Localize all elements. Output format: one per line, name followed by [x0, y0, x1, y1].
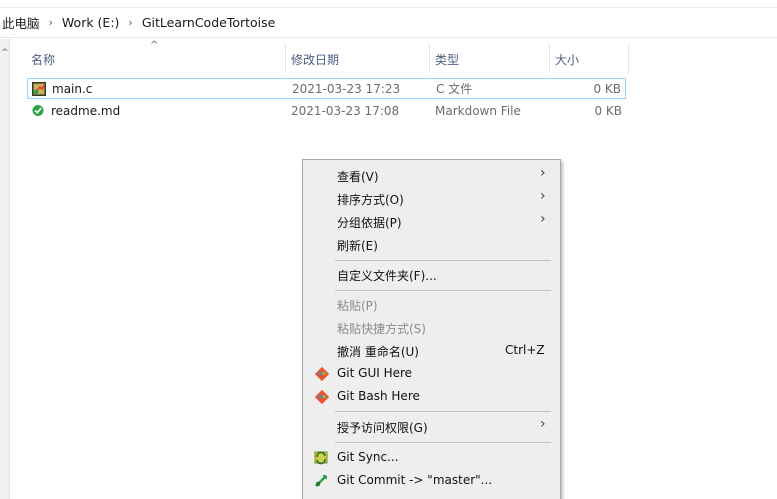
scroll-up-icon[interactable]: ^ — [1, 48, 9, 58]
submenu-arrow-icon: › — [540, 211, 546, 227]
tortoisegit-commit-icon — [315, 475, 327, 487]
menu-item-label: 排序方式(O) — [337, 193, 404, 207]
breadcrumb-separator-icon[interactable]: › — [49, 16, 53, 29]
file-type: Markdown File — [435, 103, 521, 118]
menu-item-sort-by[interactable]: 排序方式(O) › — [303, 187, 560, 210]
menu-item-git-sync[interactable]: Git Sync... — [303, 446, 560, 469]
column-header-date[interactable]: 修改日期 — [287, 44, 430, 74]
submenu-arrow-icon: › — [540, 165, 546, 181]
menu-item-customize-folder[interactable]: 自定义文件夹(F)... — [303, 263, 560, 286]
menu-item-label: Git Sync... — [337, 450, 399, 464]
menu-separator — [335, 290, 551, 291]
file-date: 2021-03-23 17:23 — [292, 81, 401, 96]
menu-item-paste-shortcut: 粘贴快捷方式(S) — [303, 316, 560, 339]
navigation-pane-scrollbar[interactable]: ^ — [0, 39, 10, 499]
git-logo-icon — [314, 366, 330, 382]
menu-item-git-commit[interactable]: Git Commit -> "master"... — [303, 469, 560, 492]
menu-item-label: 分组依据(P) — [337, 216, 402, 230]
menu-item-label: 粘贴(P) — [337, 299, 378, 313]
submenu-arrow-icon: › — [540, 416, 546, 432]
file-size: 0 KB — [593, 81, 621, 96]
menu-item-label: Git GUI Here — [337, 366, 413, 380]
file-row[interactable]: readme.md 2021-03-23 17:08 Markdown File… — [27, 100, 626, 121]
menu-item-view[interactable]: 查看(V) › — [303, 164, 560, 187]
file-type: C 文件 — [436, 82, 473, 96]
submenu-arrow-icon: › — [540, 188, 546, 204]
menu-item-group-by[interactable]: 分组依据(P) › — [303, 210, 560, 233]
menu-item-shortcut: Ctrl+Z — [505, 343, 545, 357]
c-file-modified-icon — [32, 82, 46, 96]
menu-item-paste: 粘贴(P) — [303, 293, 560, 316]
breadcrumb[interactable]: 此电脑 › Work (E:) › GitLearnCodeTortoise — [0, 8, 777, 38]
menu-item-git-bash[interactable]: Git Bash Here — [303, 385, 560, 408]
column-header-size-label: 大小 — [555, 52, 580, 67]
menu-item-label: Git Bash Here — [337, 389, 420, 403]
column-header-name[interactable]: 名称 — [27, 44, 286, 74]
column-header-name-label: 名称 — [31, 52, 56, 67]
menu-separator — [335, 442, 551, 443]
menu-item-label: 撤消 重命名(U) — [337, 345, 419, 359]
breadcrumb-separator-icon[interactable]: › — [128, 16, 132, 29]
tortoisegit-sync-icon — [314, 451, 328, 465]
column-header-size[interactable]: 大小 — [551, 44, 629, 74]
menu-item-label: 查看(V) — [337, 170, 379, 184]
menu-item-give-access[interactable]: 授予访问权限(G) › — [303, 415, 560, 438]
menu-item-label: 刷新(E) — [337, 239, 378, 253]
file-name[interactable]: main.c — [52, 82, 92, 96]
menu-item-label: 授予访问权限(G) — [337, 421, 428, 435]
column-header-date-label: 修改日期 — [291, 52, 340, 67]
breadcrumb-folder[interactable]: GitLearnCodeTortoise — [142, 15, 276, 30]
file-size: 0 KB — [594, 103, 622, 118]
markdown-file-clean-icon — [32, 105, 44, 116]
menu-separator — [335, 411, 551, 412]
title-bar-strip — [0, 0, 777, 8]
context-menu: 查看(V) › 排序方式(O) › 分组依据(P) › 刷新(E) 自定义文件夹… — [302, 159, 561, 499]
menu-separator — [335, 260, 551, 261]
git-logo-icon — [314, 389, 330, 405]
breadcrumb-drive[interactable]: Work (E:) — [62, 15, 120, 30]
menu-item-undo-rename[interactable]: 撤消 重命名(U) Ctrl+Z — [303, 339, 560, 362]
file-name[interactable]: readme.md — [51, 104, 120, 118]
file-row[interactable]: main.c 2021-03-23 17:23 C 文件 0 KB — [27, 78, 626, 99]
breadcrumb-this-pc[interactable]: 此电脑 — [2, 13, 40, 32]
column-header-type-label: 类型 — [435, 52, 460, 67]
menu-item-label: Git Commit -> "master"... — [337, 473, 493, 487]
menu-item-git-gui[interactable]: Git GUI Here — [303, 362, 560, 385]
menu-item-label: 自定义文件夹(F)... — [337, 269, 437, 283]
menu-item-refresh[interactable]: 刷新(E) — [303, 233, 560, 256]
file-date: 2021-03-23 17:08 — [291, 103, 400, 118]
menu-item-label: 粘贴快捷方式(S) — [337, 322, 426, 336]
column-header-type[interactable]: 类型 — [431, 44, 550, 74]
